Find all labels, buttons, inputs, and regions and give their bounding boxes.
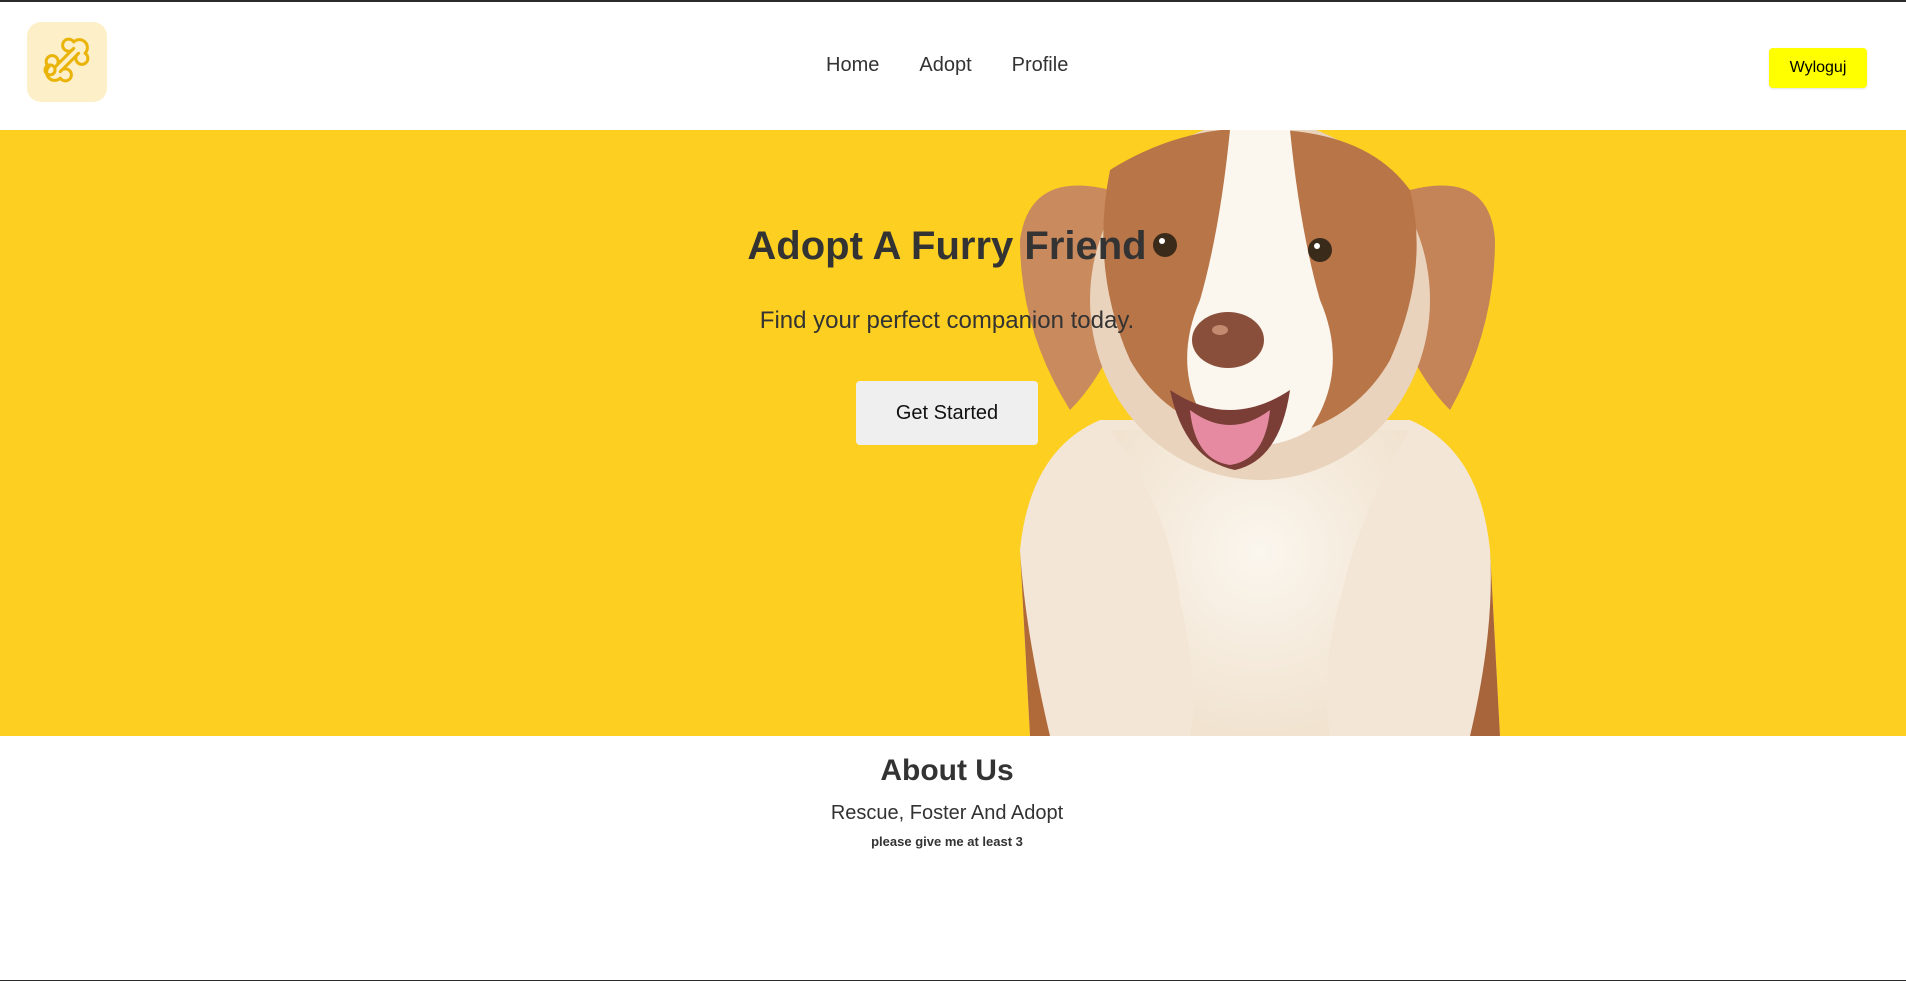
about-title: About Us — [880, 754, 1014, 787]
nav-home-link[interactable]: Home — [826, 54, 879, 77]
hero-subtitle: Find your perfect companion today. — [759, 307, 1135, 334]
nav-profile-link[interactable]: Profile — [1012, 54, 1069, 77]
page: Home Adopt Profile Wyloguj Adopt A Furry… — [0, 0, 1906, 981]
get-started-button[interactable]: Get Started — [856, 381, 1038, 445]
main-nav: Home Adopt Profile — [826, 54, 1068, 77]
about-subtitle: Rescue, Foster And Adopt — [830, 802, 1064, 824]
hero-title: Adopt A Furry Friend — [747, 224, 1147, 268]
about-note: please give me at least 3 — [871, 834, 1023, 849]
nav-adopt-link[interactable]: Adopt — [919, 54, 971, 77]
hero-section: Adopt A Furry Friend Find your perfect c… — [0, 130, 1906, 736]
logout-button[interactable]: Wyloguj — [1769, 48, 1867, 88]
site-header: Home Adopt Profile Wyloguj — [0, 2, 1906, 130]
logo[interactable] — [27, 22, 107, 102]
dog-photo — [1020, 130, 1500, 736]
bone-icon — [37, 30, 97, 95]
